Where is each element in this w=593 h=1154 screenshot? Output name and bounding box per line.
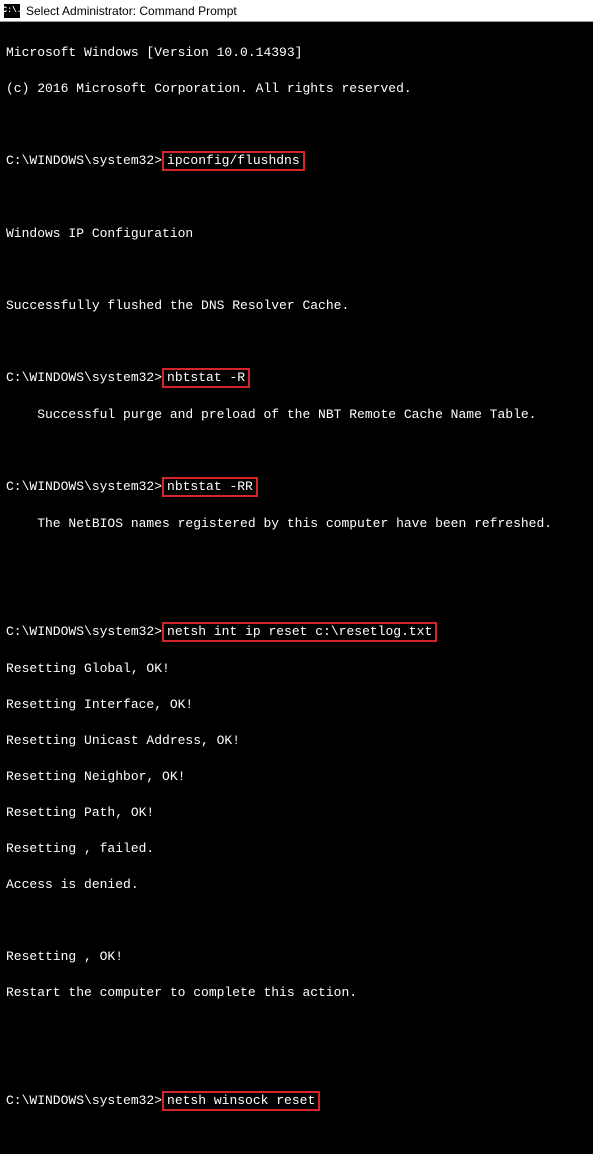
text-line: Resetting Interface, OK! — [6, 696, 587, 714]
text-line: The NetBIOS names registered by this com… — [6, 515, 587, 533]
text-line: Resetting , OK! — [6, 948, 587, 966]
prompt-line: C:\WINDOWS\system32>ipconfig/flushdns — [6, 152, 587, 171]
prompt: C:\WINDOWS\system32> — [6, 153, 162, 168]
text-line: Resetting Global, OK! — [6, 660, 587, 678]
text-line: Successful purge and preload of the NBT … — [6, 406, 587, 424]
text-line: Resetting , failed. — [6, 840, 587, 858]
prompt: C:\WINDOWS\system32> — [6, 370, 162, 385]
highlight-box: ipconfig/flushdns — [162, 151, 305, 171]
text-line: Restart the computer to complete this ac… — [6, 984, 587, 1002]
prompt-line: C:\WINDOWS\system32>netsh int ip reset c… — [6, 623, 587, 642]
prompt-line: C:\WINDOWS\system32>nbtstat -R — [6, 369, 587, 388]
prompt-line: C:\WINDOWS\system32>nbtstat -RR — [6, 478, 587, 497]
text-line: Microsoft Windows [Version 10.0.14393] — [6, 44, 587, 62]
prompt: C:\WINDOWS\system32> — [6, 1093, 162, 1108]
titlebar[interactable]: C:\. Select Administrator: Command Promp… — [0, 0, 593, 22]
prompt-line: C:\WINDOWS\system32>netsh winsock reset — [6, 1092, 587, 1111]
highlight-box: nbtstat -R — [162, 368, 250, 388]
text-line: Windows IP Configuration — [6, 225, 587, 243]
text-line: Successfully flushed the DNS Resolver Ca… — [6, 297, 587, 315]
cmd-icon: C:\. — [4, 4, 20, 18]
window-title: Select Administrator: Command Prompt — [26, 4, 237, 18]
prompt: C:\WINDOWS\system32> — [6, 624, 162, 639]
text-line: Resetting Path, OK! — [6, 804, 587, 822]
prompt: C:\WINDOWS\system32> — [6, 479, 162, 494]
terminal-output[interactable]: Microsoft Windows [Version 10.0.14393] (… — [0, 22, 593, 1154]
text-line: (c) 2016 Microsoft Corporation. All righ… — [6, 80, 587, 98]
highlight-box: nbtstat -RR — [162, 477, 258, 497]
text-line: Resetting Neighbor, OK! — [6, 768, 587, 786]
text-line: Resetting Unicast Address, OK! — [6, 732, 587, 750]
highlight-box: netsh int ip reset c:\resetlog.txt — [162, 622, 437, 642]
text-line: Access is denied. — [6, 876, 587, 894]
highlight-box: netsh winsock reset — [162, 1091, 320, 1111]
